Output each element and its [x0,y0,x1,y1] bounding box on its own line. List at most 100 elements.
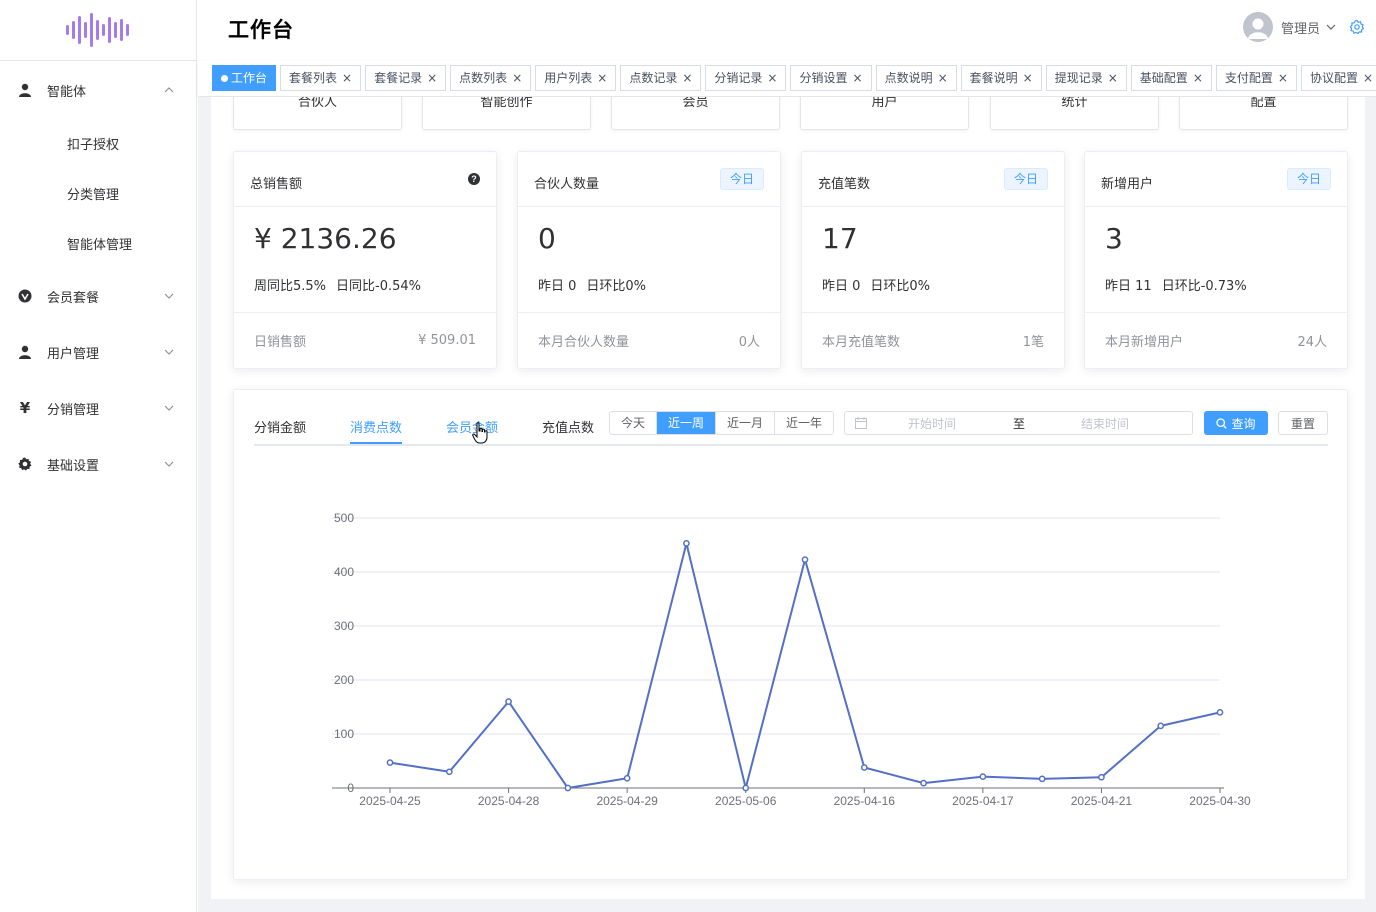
close-icon[interactable]: × [1278,66,1288,90]
menu-label: 分销管理 [47,402,100,418]
tag-label: 协议配置 [1309,71,1358,85]
stat-sub-1: 昨日 0 [538,279,577,294]
tag-6[interactable]: 分销记录 × [705,65,787,91]
close-icon[interactable]: × [427,66,437,90]
stat-value: 17 [822,222,858,255]
stat-foot-label: 日销售额 [254,335,307,350]
submenu-category[interactable]: 分类管理 [0,168,196,218]
today-badge: 今日 [1003,168,1048,190]
close-icon[interactable]: × [1108,66,1118,90]
submenu-agent-manage[interactable]: 智能体管理 [0,218,196,268]
stat-title: 充值笔数 [818,176,871,192]
tag-3[interactable]: 点数列表 × [450,65,532,91]
vip-badge-icon [17,288,33,304]
close-icon[interactable]: × [512,66,522,90]
tag-12[interactable]: 支付配置 × [1215,65,1297,91]
tag-1[interactable]: 套餐列表 × [280,65,362,91]
tag-13[interactable]: 协议配置 × [1300,65,1376,91]
menu-label: 智能体 [47,84,87,100]
y-tick-label: 500 [334,511,354,525]
tag-label: 支付配置 [1224,71,1273,85]
tag-label: 工作台 [231,71,268,85]
tag-label: 用户列表 [544,71,593,85]
close-icon[interactable]: × [597,66,607,90]
audio-wave-logo-icon [66,13,129,47]
question-circle-icon[interactable]: ? [468,173,480,185]
stat-sub-2: 日环比0% [586,279,647,294]
close-icon[interactable]: × [853,66,863,90]
tag-label: 提现记录 [1054,71,1103,85]
quick-link-label: 配置 [1250,97,1277,110]
close-icon[interactable]: × [938,66,948,90]
tags-view: 工作台 套餐列表 × 套餐记录 × 点数列表 × 用户列表 × 点数记录 × 分销记录 × 分销设置 × 点数… [198,61,1376,97]
quick-link-partner[interactable]: 合伙人 [233,97,402,130]
quick-link-creation[interactable]: 智能创作 [422,97,591,130]
tag-0[interactable]: 工作台 [212,65,277,91]
data-point [505,698,512,705]
x-tick-label: 2025-04-16 [834,794,896,808]
tag-9[interactable]: 套餐说明 × [960,65,1042,91]
data-point [979,773,987,781]
quick-link-label: 合伙人 [297,97,337,110]
stat-sub-1: 昨日 0 [822,279,861,294]
tag-10[interactable]: 提现记录 × [1045,65,1127,91]
tag-2[interactable]: 套餐记录 × [365,65,447,91]
data-point [1098,773,1105,781]
tag-8[interactable]: 点数说明 × [875,65,957,91]
y-tick-label: 200 [334,673,354,687]
active-dot-icon [221,74,228,82]
data-point [860,764,868,771]
quick-links: 合伙人 智能创作 会员 用户 统计 配置 [233,97,1348,131]
quick-link-label: 统计 [1061,97,1088,110]
user-icon [17,344,33,360]
quick-link-user[interactable]: 用户 [800,97,969,130]
tag-7[interactable]: 分销设置 × [790,65,872,91]
today-badge: 今日 [719,168,764,190]
stat-card-new-users: 新增用户 今日 3 昨日 11 日环比-0.73% 本月新增用户 24人 [1084,151,1348,369]
stat-foot-value: 24人 [1297,335,1327,350]
user-icon [17,82,33,98]
quick-link-member[interactable]: 会员 [611,97,780,130]
tag-label: 点数列表 [459,71,508,85]
close-icon[interactable]: × [1023,66,1033,90]
close-icon[interactable]: × [682,66,692,90]
chevron-down-icon[interactable] [1326,22,1336,32]
data-point [920,779,927,787]
avatar[interactable] [1242,12,1273,42]
dashboard-content: 合伙人 智能创作 会员 用户 统计 配置 总销售额 ? ¥ 2136.26 周同… [211,97,1365,899]
tag-5[interactable]: 点数记录 × [620,65,702,91]
menu-label: 用户管理 [47,346,100,362]
menu-distribution[interactable]: ¥ 分销管理 [0,380,196,436]
gear-icon [17,456,33,472]
quick-link-stats[interactable]: 统计 [990,97,1159,130]
close-icon[interactable]: × [1363,66,1373,90]
menu-settings[interactable]: 基础设置 [0,436,196,492]
quick-link-config[interactable]: 配置 [1179,97,1348,130]
close-icon[interactable]: × [1193,66,1203,90]
stat-foot-label: 本月合伙人数量 [538,335,630,350]
chart-card: 分销金额 消费点数 会员金额 充值点数 今天 近一周 近一月 近一年 开始时间 … [233,389,1348,880]
data-point [742,784,750,792]
close-icon[interactable]: × [342,66,352,90]
data-point [564,784,572,792]
menu-agent[interactable]: 智能体 [0,62,196,118]
x-tick-label: 2025-04-28 [478,794,540,808]
quick-link-label: 智能创作 [480,97,533,110]
menu-vip[interactable]: 会员套餐 [0,268,196,324]
submenu-coze-auth[interactable]: 扣子授权 [0,118,196,168]
user-name[interactable]: 管理员 [1281,18,1320,37]
menu-users[interactable]: 用户管理 [0,324,196,380]
close-icon[interactable]: × [767,66,777,90]
line-chart: 01002003004005002025-04-25 2025-04-28 2025… [332,511,1251,808]
tag-label: 分销记录 [714,71,763,85]
today-badge: 今日 [1286,168,1331,190]
tag-4[interactable]: 用户列表 × [535,65,617,91]
y-tick-label: 300 [334,619,354,633]
user-menu[interactable]: 管理员 [1242,12,1364,42]
settings-gear-icon[interactable] [1350,20,1364,34]
logo [0,0,196,61]
x-tick-label: 2025-05-06 [715,794,777,808]
tag-11[interactable]: 基础配置 × [1130,65,1212,91]
main-area: 合伙人 智能创作 会员 用户 统计 配置 总销售额 ? ¥ 2136.26 周同… [198,97,1376,912]
svg-text:?: ? [471,174,477,184]
